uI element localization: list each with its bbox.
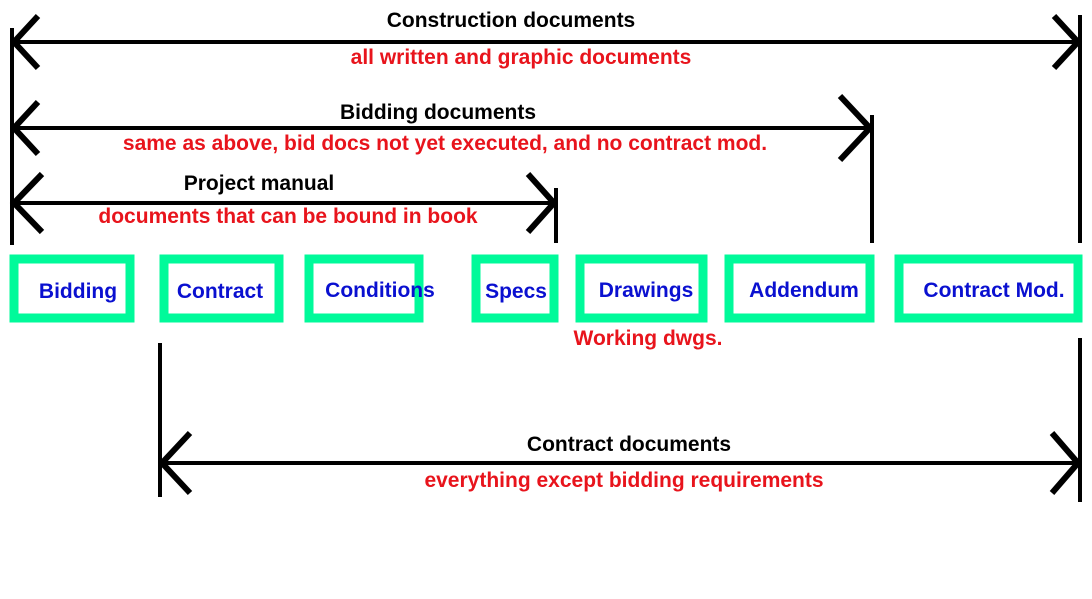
span-label: Contract documents [527,433,731,456]
svg-text:Addendum: Addendum [749,279,859,302]
svg-text:Contract: Contract [177,280,263,303]
svg-text:Conditions: Conditions [325,279,435,302]
svg-text:Contract Mod.: Contract Mod. [923,279,1064,302]
box-specs: Specs [471,254,559,323]
span-note: same as above, bid docs not yet executed… [123,132,767,155]
svg-text:Bidding: Bidding [39,280,117,303]
span-note: everything except bidding requirements [424,469,823,492]
document-scope-diagram: Construction documents all written and g… [9,9,1083,502]
box-bidding: Bidding [9,254,135,323]
svg-text:Specs: Specs [485,280,547,303]
box-conditions: Conditions [304,254,435,323]
drawings-note: Working dwgs. [574,327,723,350]
box-contract: Contract [159,254,284,323]
span-label: Construction documents [387,9,636,32]
span-note: all written and graphic documents [351,46,692,69]
span-label: Project manual [184,172,335,195]
contract-documents-span: Contract documents everything except bid… [157,338,1082,502]
project-manual-span: Project manual documents that can be bou… [9,171,559,243]
svg-text:Drawings: Drawings [599,279,694,302]
box-addendum: Addendum [724,254,875,323]
span-note: documents that can be bound in book [98,205,477,228]
span-label: Bidding documents [340,101,536,124]
box-drawings: Drawings [575,254,708,323]
document-boxes: Bidding Contract Conditions Specs Drawin… [9,254,1083,323]
box-contract-mod: Contract Mod. [894,254,1083,323]
